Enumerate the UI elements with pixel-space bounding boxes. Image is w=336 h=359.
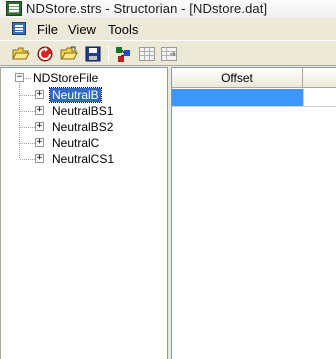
expand-toggle-icon[interactable]: + <box>35 106 44 115</box>
structure-tree[interactable]: − NDStoreFile + NeutralB + NeutralBS1 + … <box>0 67 168 359</box>
menu-tools[interactable]: Tools <box>108 22 138 37</box>
app-window: NDStore.strs - Structorian - [NDstore.da… <box>0 0 336 359</box>
window-title: NDStore.strs - Structorian - [NDstore.da… <box>26 1 268 16</box>
grid-cell-selected[interactable] <box>172 89 303 107</box>
reload-icon[interactable] <box>36 45 54 63</box>
tree-connector <box>20 95 35 96</box>
tree-connector <box>25 78 31 79</box>
tree-item-neutralbs2[interactable]: NeutralBS2 <box>52 120 113 134</box>
menu-file[interactable]: File <box>37 22 58 37</box>
menu-view[interactable]: View <box>68 22 96 37</box>
expand-toggle-icon[interactable]: + <box>35 154 44 163</box>
tree-connector <box>20 127 35 128</box>
tree-connector <box>20 159 35 160</box>
data-grid[interactable]: Offset <box>171 67 336 359</box>
toolbar <box>0 40 336 66</box>
menu-bar: File View Tools <box>0 18 336 40</box>
tree-connector <box>20 143 35 144</box>
column-header-filler <box>303 68 336 88</box>
tree-item-neutralcs1[interactable]: NeutralCS1 <box>52 152 114 166</box>
expand-toggle-icon[interactable]: + <box>35 138 44 147</box>
open-file-icon[interactable] <box>60 45 78 63</box>
tree-connector <box>20 111 35 112</box>
tree-item-neutralc[interactable]: NeutralC <box>52 136 99 150</box>
tree-item-neutralb[interactable]: NeutralB <box>49 87 102 103</box>
expand-toggle-icon[interactable]: + <box>35 122 44 131</box>
tree-root-label[interactable]: NDStoreFile <box>33 71 98 85</box>
table-view-icon[interactable] <box>138 45 156 63</box>
app-icon[interactable] <box>6 1 22 16</box>
find-references-icon[interactable] <box>114 45 132 63</box>
tree-item-neutralbs1[interactable]: NeutralBS1 <box>52 104 113 118</box>
save-icon[interactable] <box>84 45 102 63</box>
expand-toggle-icon[interactable]: + <box>35 90 44 99</box>
open-folder-icon[interactable] <box>12 45 30 63</box>
title-bar[interactable]: NDStore.strs - Structorian - [NDstore.da… <box>0 0 336 18</box>
toolbar-separator <box>108 45 109 62</box>
collapse-toggle-icon[interactable]: − <box>15 73 24 82</box>
document-menu-icon[interactable] <box>12 22 26 35</box>
grid-cell[interactable] <box>303 89 336 107</box>
column-header-offset[interactable]: Offset <box>172 68 303 88</box>
table-export-icon[interactable] <box>160 45 178 63</box>
